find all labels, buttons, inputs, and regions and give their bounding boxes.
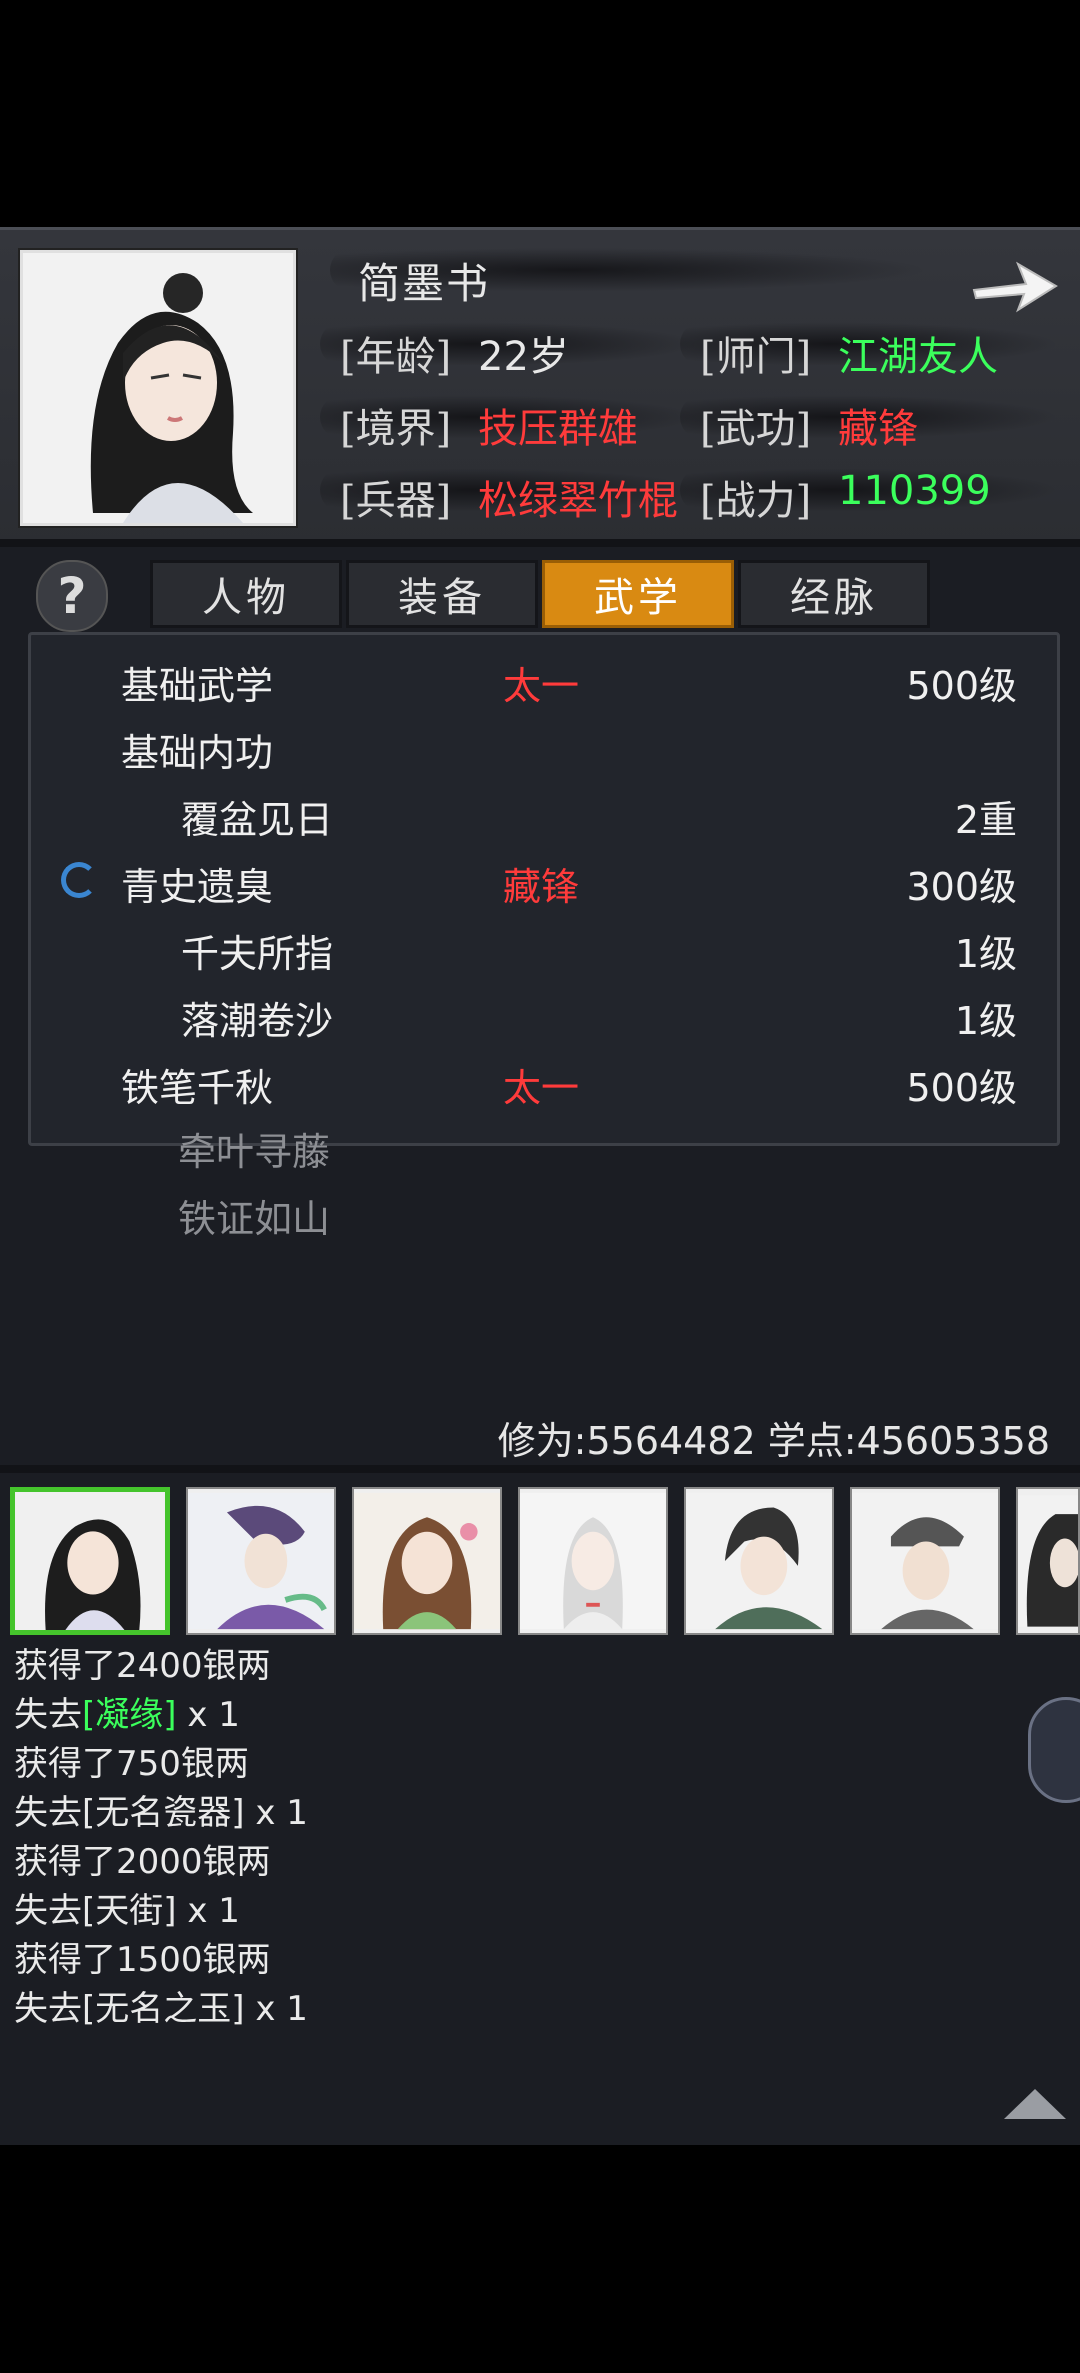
- party-member-7[interactable]: [1016, 1487, 1080, 1635]
- skill-level: 500级: [906, 1066, 1017, 1110]
- party-member-6[interactable]: [850, 1487, 1000, 1635]
- realm-label: [境界]: [340, 406, 452, 452]
- age-label: [年龄]: [340, 334, 452, 380]
- character-name: 简墨书: [358, 259, 491, 308]
- log-text: 失去[无名之玉] x 1: [14, 1989, 308, 2029]
- log-line: 获得了2400银两: [14, 1642, 308, 1691]
- event-log: 获得了2400银两 失去[凝缘] x 1 获得了750银两 失去[无名瓷器] x…: [14, 1642, 308, 2034]
- martial-value: 藏锋: [838, 406, 918, 452]
- skill-tag: 藏锋: [503, 865, 580, 909]
- tab-character[interactable]: 人物: [150, 560, 342, 628]
- tab-bar: 人物 装备 武学 经脉: [150, 560, 930, 628]
- log-text: 获得了2400银两: [14, 1646, 271, 1686]
- sect-label: [师门]: [700, 334, 812, 380]
- next-arrow-icon[interactable]: [968, 250, 1060, 320]
- realm-value: 技压群雄: [478, 406, 638, 452]
- screen: 简墨书 [年龄] 22岁 [师门] 江湖友人 [境界] 技压群雄 [武功] 藏锋…: [0, 227, 1080, 2145]
- skill-name[interactable]: 覆盆见日: [181, 789, 333, 844]
- log-text: 失去: [14, 1695, 82, 1735]
- log-line: 失去[凝缘] x 1: [14, 1691, 308, 1740]
- martial-label: [武功]: [700, 406, 812, 452]
- log-text: 失去[无名瓷器] x 1: [14, 1793, 308, 1833]
- header-divider: [0, 539, 1080, 547]
- member-portrait: [852, 1492, 998, 1630]
- section-divider: [0, 1465, 1080, 1473]
- skill-level: 1级: [954, 999, 1017, 1043]
- log-line: 失去[无名瓷器] x 1: [14, 1789, 308, 1838]
- log-line: 获得了1500银两: [14, 1936, 308, 1985]
- cultivation-stats: 修为:5564482 学点:45605358: [497, 1419, 1050, 1463]
- sect-value: 江湖友人: [838, 334, 998, 380]
- skill-name[interactable]: 铁证如山: [178, 1188, 330, 1243]
- portrait-image: [23, 253, 293, 523]
- power-value: 110399: [838, 468, 991, 514]
- skill-level: 300级: [906, 865, 1017, 909]
- member-portrait: [354, 1492, 500, 1630]
- log-text: 获得了1500银两: [14, 1940, 271, 1980]
- log-text: 获得了2000银两: [14, 1842, 271, 1882]
- weapon-label: [兵器]: [340, 478, 452, 524]
- member-portrait: [16, 1492, 164, 1630]
- party-member-5[interactable]: [684, 1487, 834, 1635]
- tab-equipment[interactable]: 装备: [346, 560, 538, 628]
- skill-level: 1级: [954, 932, 1017, 976]
- side-menu-icon[interactable]: [1028, 1697, 1080, 1803]
- party-member-4[interactable]: [518, 1487, 668, 1635]
- member-portrait: [188, 1492, 334, 1630]
- loading-spinner-icon: [61, 862, 97, 898]
- party-bar: [10, 1487, 1080, 1639]
- log-item-highlight: [凝缘]: [82, 1695, 177, 1735]
- skill-name[interactable]: 基础武学: [121, 655, 273, 710]
- log-text: 获得了750银两: [14, 1744, 249, 1784]
- skill-list: 基础武学 太一 500级 基础内功 覆盆见日 2重 青史遗臭 藏锋 300级 千…: [28, 632, 1060, 1146]
- tab-meridians[interactable]: 经脉: [738, 560, 930, 628]
- power-label: [战力]: [700, 478, 812, 524]
- skill-name[interactable]: 牵叶寻藤: [178, 1121, 330, 1176]
- scroll-up-icon[interactable]: [1002, 2087, 1068, 2121]
- party-member-3[interactable]: [352, 1487, 502, 1635]
- party-member-2[interactable]: [186, 1487, 336, 1635]
- character-header: 简墨书 [年龄] 22岁 [师门] 江湖友人 [境界] 技压群雄 [武功] 藏锋…: [0, 227, 1080, 545]
- party-member-1[interactable]: [10, 1487, 170, 1635]
- member-portrait: [520, 1492, 666, 1630]
- skill-level: 500级: [906, 664, 1017, 708]
- tab-martial-arts[interactable]: 武学: [542, 560, 734, 628]
- member-portrait: [1018, 1495, 1078, 1627]
- log-line: 获得了2000银两: [14, 1838, 308, 1887]
- log-text: x 1: [176, 1695, 240, 1735]
- age-value: 22岁: [478, 334, 569, 380]
- skill-level: 2重: [954, 798, 1017, 842]
- skill-name[interactable]: 铁笔千秋: [121, 1057, 273, 1112]
- log-line: 失去[天街] x 1: [14, 1887, 308, 1936]
- log-line: 获得了750银两: [14, 1740, 308, 1789]
- character-portrait[interactable]: [20, 250, 296, 526]
- skill-tag: 太一: [503, 664, 580, 708]
- skill-name[interactable]: 落潮卷沙: [181, 990, 333, 1045]
- skill-name[interactable]: 基础内功: [121, 722, 273, 777]
- skill-name[interactable]: 千夫所指: [181, 923, 333, 978]
- skill-name[interactable]: 青史遗臭: [121, 856, 273, 911]
- weapon-value: 松绿翠竹棍: [478, 478, 678, 524]
- skill-tag: 太一: [503, 1066, 580, 1110]
- log-line: 失去[无名之玉] x 1: [14, 1985, 308, 2034]
- help-button[interactable]: ?: [36, 560, 108, 632]
- member-portrait: [686, 1492, 832, 1630]
- log-text: 失去[天街] x 1: [14, 1891, 240, 1931]
